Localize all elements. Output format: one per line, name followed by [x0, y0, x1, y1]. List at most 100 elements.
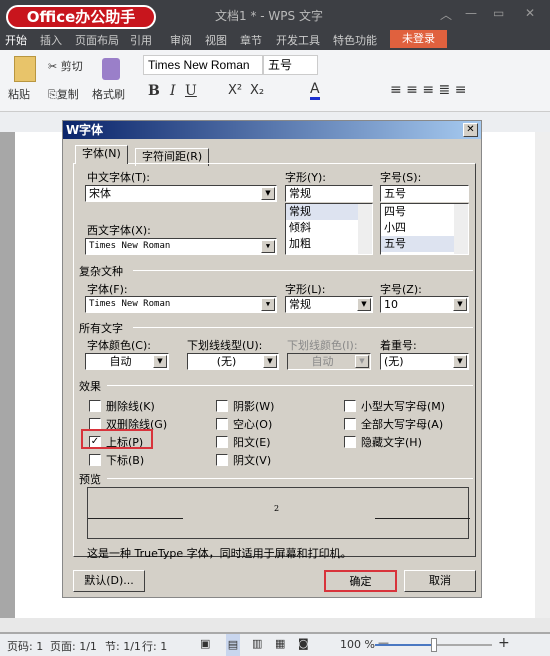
- effect-checkbox[interactable]: 阴影(W): [216, 398, 274, 414]
- tab-references[interactable]: 引用: [130, 32, 152, 48]
- underline-style-select[interactable]: (无) ▼: [187, 353, 279, 370]
- checkbox-icon[interactable]: [216, 400, 228, 412]
- page-view-icon[interactable]: ▤: [226, 634, 240, 656]
- align-icons[interactable]: ≡ ≡ ≡ ≣ ≡: [390, 82, 466, 98]
- tab-review[interactable]: 审阅: [170, 32, 192, 48]
- dropdown-arrow-icon[interactable]: ▼: [261, 240, 275, 253]
- dropdown-arrow-icon[interactable]: ▼: [453, 298, 467, 311]
- effect-label: 隐藏文字(H): [361, 436, 422, 449]
- list-scrollbar[interactable]: [358, 204, 372, 254]
- checkbox-icon[interactable]: [216, 436, 228, 448]
- close-icon[interactable]: ✕: [525, 6, 535, 20]
- italic-icon[interactable]: I: [170, 83, 176, 99]
- tab-view[interactable]: 视图: [205, 32, 227, 48]
- paste-icon[interactable]: [14, 56, 36, 82]
- effect-checkbox[interactable]: 空心(O): [216, 416, 272, 432]
- checkbox-icon[interactable]: [344, 400, 356, 412]
- ok-button[interactable]: 确定: [324, 570, 397, 592]
- cx-size-label: 字号(Z):: [380, 283, 422, 296]
- emphasis-label: 着重号:: [380, 339, 417, 352]
- west-font-select[interactable]: Times New Roman ▼: [85, 238, 277, 255]
- title-bar: Office办公助手 文档1 * - WPS 文字 ︿ — ▭ ✕: [0, 0, 550, 30]
- maximize-icon[interactable]: ▭: [493, 6, 504, 20]
- cancel-button[interactable]: 取消: [404, 570, 476, 592]
- tab-font[interactable]: 字体(N): [75, 145, 128, 164]
- cx-style-select[interactable]: 常规 ▼: [285, 296, 373, 313]
- effect-checkbox[interactable]: 删除线(K): [89, 398, 155, 414]
- scissors-icon: ✂: [48, 60, 58, 73]
- effect-checkbox[interactable]: 阴文(V): [216, 452, 271, 468]
- size-input[interactable]: 五号: [380, 185, 469, 202]
- zoom-out-icon[interactable]: —: [378, 636, 389, 649]
- checkbox-icon[interactable]: [89, 400, 101, 412]
- dialog-close-button[interactable]: ✕: [463, 123, 478, 137]
- size-list[interactable]: 四号 小四 五号: [380, 203, 469, 255]
- fullscreen-icon[interactable]: ▣: [200, 637, 210, 650]
- style-list[interactable]: 常规 倾斜 加粗: [285, 203, 373, 255]
- dialog-title-bar: W 字体 ✕: [63, 121, 481, 139]
- tab-developer[interactable]: 开发工具: [276, 32, 320, 48]
- cx-style-label: 字形(L):: [285, 283, 326, 296]
- vertical-scrollbar[interactable]: [535, 132, 550, 618]
- subscript-icon[interactable]: X₂: [250, 83, 264, 98]
- effect-checkbox[interactable]: 下标(B): [89, 452, 144, 468]
- dropdown-arrow-icon[interactable]: ▼: [357, 298, 371, 311]
- cut-button[interactable]: ✂ 剪切: [48, 58, 83, 74]
- dropdown-arrow-icon[interactable]: ▼: [453, 355, 467, 368]
- collapse-icon[interactable]: ︿: [440, 6, 452, 23]
- effect-checkbox[interactable]: 阳文(E): [216, 434, 271, 450]
- dropdown-arrow-icon[interactable]: ▼: [261, 187, 275, 200]
- style-input[interactable]: 常规: [285, 185, 373, 202]
- effect-label: 删除线(K): [106, 400, 155, 413]
- paste-button[interactable]: 粘贴: [8, 86, 30, 102]
- web-view-icon[interactable]: ▦: [275, 637, 285, 650]
- tab-insert[interactable]: 插入: [40, 32, 62, 48]
- underline-icon[interactable]: U: [185, 83, 197, 99]
- underline-color-select: 自动 ▼: [287, 353, 371, 370]
- font-dialog: W 字体 ✕ 字体(N) 字符间距(R) 中文字体(T): 宋体 ▼ 字形(Y):…: [62, 120, 482, 598]
- highlight-box: [81, 429, 153, 449]
- emphasis-select[interactable]: (无) ▼: [380, 353, 469, 370]
- dropdown-arrow-icon[interactable]: ▼: [153, 355, 167, 368]
- copy-button[interactable]: ⎘复制: [48, 86, 79, 102]
- minimize-icon[interactable]: —: [465, 6, 477, 20]
- font-color-select[interactable]: 自动 ▼: [85, 353, 169, 370]
- font-select[interactable]: Times New Roman: [143, 55, 263, 75]
- checkbox-icon[interactable]: [216, 418, 228, 430]
- reading-view-icon[interactable]: ◙: [298, 637, 309, 650]
- effect-label: 小型大写字母(M): [361, 400, 446, 413]
- tab-layout[interactable]: 页面布局: [75, 32, 119, 48]
- default-button[interactable]: 默认(D)...: [73, 570, 145, 592]
- tab-features[interactable]: 特色功能: [333, 32, 377, 48]
- checkbox-icon[interactable]: [89, 454, 101, 466]
- format-painter-button[interactable]: 格式刷: [92, 86, 125, 102]
- horizontal-scrollbar[interactable]: [0, 618, 550, 632]
- dropdown-arrow-icon[interactable]: ▼: [261, 298, 275, 311]
- list-scrollbar[interactable]: [454, 204, 468, 254]
- effect-label: 下标(B): [106, 454, 145, 467]
- effect-checkbox[interactable]: 全部大写字母(A): [344, 416, 443, 432]
- tab-home[interactable]: 开始: [5, 32, 27, 48]
- zoom-slider-thumb[interactable]: [430, 638, 437, 652]
- checkbox-icon[interactable]: [344, 436, 356, 448]
- zoom-in-icon[interactable]: +: [498, 635, 510, 651]
- dropdown-arrow-icon[interactable]: ▼: [263, 355, 277, 368]
- checkbox-icon[interactable]: [344, 418, 356, 430]
- size-select[interactable]: 五号: [263, 55, 318, 75]
- checkbox-icon[interactable]: [216, 454, 228, 466]
- cn-font-select[interactable]: 宋体 ▼: [85, 185, 277, 202]
- superscript-icon[interactable]: X²: [228, 83, 242, 98]
- bold-icon[interactable]: B: [148, 83, 160, 99]
- effect-checkbox[interactable]: 隐藏文字(H): [344, 434, 422, 450]
- font-color-icon[interactable]: A: [310, 81, 320, 100]
- tab-section[interactable]: 章节: [240, 32, 262, 48]
- login-button[interactable]: 未登录: [390, 30, 447, 48]
- effect-checkbox[interactable]: 小型大写字母(M): [344, 398, 445, 414]
- outline-view-icon[interactable]: ▥: [252, 637, 262, 650]
- zoom-slider-fill: [375, 644, 434, 646]
- cx-font-select[interactable]: Times New Roman ▼: [85, 296, 277, 313]
- window-title: 文档1 * - WPS 文字: [215, 9, 323, 23]
- cx-size-select[interactable]: 10 ▼: [380, 296, 469, 313]
- baseline: [88, 518, 183, 519]
- divider: [107, 478, 473, 479]
